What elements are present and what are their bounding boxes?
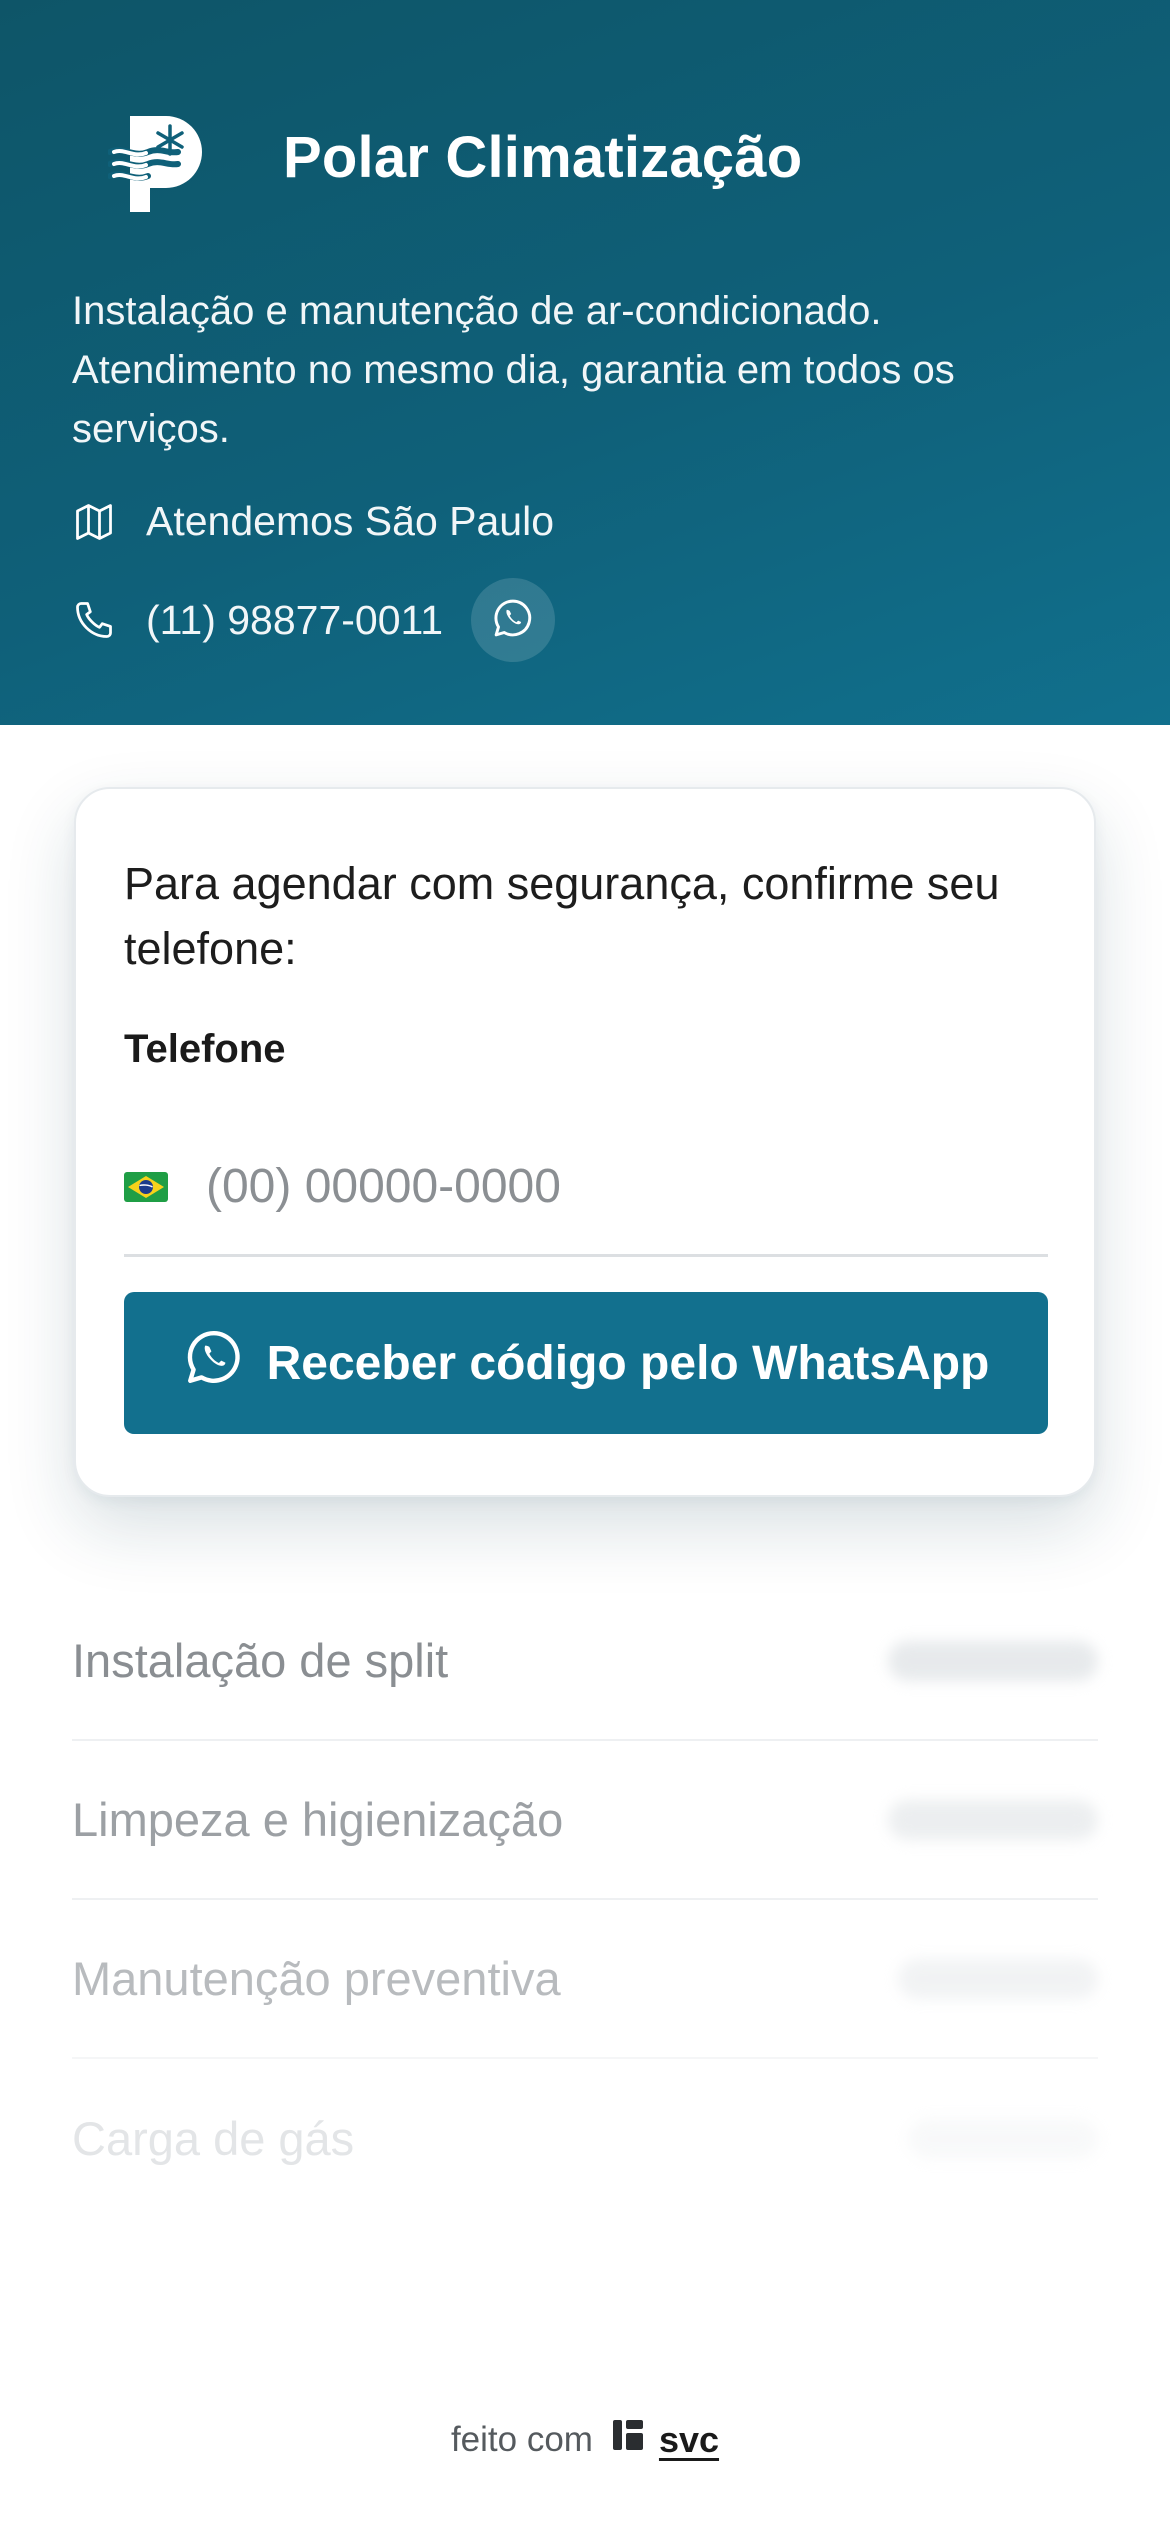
phone-icon <box>72 598 116 642</box>
business-description: Instalação e manutenção de ar-condiciona… <box>72 289 955 451</box>
phone-verification-card: Para agendar com segurança, confirme seu… <box>74 787 1096 1497</box>
verification-prompt: Para agendar com segurança, confirme seu… <box>124 858 1000 974</box>
service-item: Manutenção preventiva <box>72 1900 1098 2059</box>
service-name: Manutenção preventiva <box>72 1952 561 2005</box>
made-with-text: feito com <box>450 2419 593 2459</box>
service-price-placeholder <box>888 1799 1098 1840</box>
service-name: Limpeza e higienização <box>72 1793 564 1846</box>
map-icon <box>72 500 116 544</box>
service-price-placeholder <box>888 1640 1098 1681</box>
service-name: Carga de gás <box>72 2112 355 2165</box>
phone-field-label: Telefone <box>124 1027 286 1071</box>
polar-logo <box>107 108 208 218</box>
service-name: Instalação de split <box>72 1634 449 1687</box>
whatsapp-icon <box>491 596 535 645</box>
brazil-flag-icon[interactable] <box>124 1171 168 1202</box>
phone-number-link[interactable]: (11) 98877-0011 <box>146 597 443 644</box>
phone-input[interactable] <box>206 1159 986 1214</box>
svc-brand-link[interactable]: svc <box>611 2418 719 2461</box>
service-area-row: Atendemos São Paulo <box>72 498 554 545</box>
service-price-placeholder <box>898 1958 1098 1999</box>
whatsapp-contact-button[interactable] <box>471 578 556 662</box>
receive-code-label: Receber código pelo WhatsApp <box>266 1336 990 1390</box>
svc-logo-icon <box>611 2418 645 2461</box>
service-item: Carga de gás <box>72 2059 1098 2218</box>
phone-row: (11) 98877-0011 <box>72 578 556 662</box>
svc-brand-text: svc <box>658 2418 720 2460</box>
business-name: Polar Climatização <box>283 125 803 190</box>
business-header: Polar Climatização Instalação e manutenç… <box>0 0 1170 725</box>
receive-whatsapp-code-button[interactable]: Receber código pelo WhatsApp <box>124 1292 1048 1434</box>
phone-field <box>124 1119 1048 1257</box>
service-price-placeholder <box>908 2118 1098 2159</box>
service-item: Limpeza e higienização <box>72 1741 1098 1900</box>
services-list: Instalação de split Limpeza e higienizaç… <box>72 1582 1098 2218</box>
footer: feito com svc <box>0 2418 1170 2461</box>
service-area-text: Atendemos São Paulo <box>146 498 554 544</box>
service-item: Instalação de split <box>72 1582 1098 1741</box>
whatsapp-icon <box>183 1326 267 1400</box>
